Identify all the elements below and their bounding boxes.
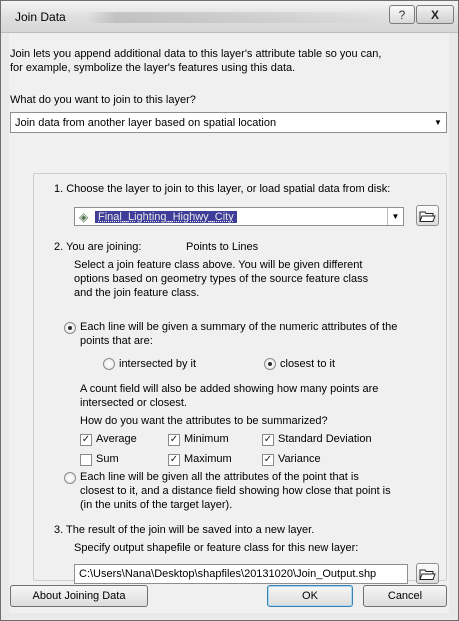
join-options-panel: 1. Choose the layer to join to this laye… — [33, 173, 447, 584]
intersected-radio[interactable] — [103, 358, 115, 370]
sum-checkbox[interactable] — [80, 454, 92, 466]
count-note-line-2: intersected or closest. — [80, 397, 187, 409]
summary-option-radio[interactable] — [64, 322, 76, 334]
step2-desc-1: Select a join feature class above. You w… — [74, 259, 363, 271]
join-type-value: Join data from another layer based on sp… — [15, 116, 277, 129]
average-label: Average — [96, 433, 137, 445]
close-button[interactable]: X — [416, 5, 454, 24]
std-dev-label: Standard Deviation — [278, 433, 372, 445]
close-icon: X — [430, 7, 439, 22]
open-folder-icon — [419, 211, 436, 222]
closest-radio[interactable] — [264, 358, 276, 370]
summary-option-line-2: points that are: — [80, 335, 153, 347]
blurred-title-region — [86, 12, 386, 23]
about-joining-data-button[interactable]: About Joining Data — [10, 585, 148, 607]
step3-label: 3. The result of the join will be saved … — [54, 524, 315, 536]
window-title: Join Data — [15, 10, 66, 24]
output-path-value: C:\Users\Nana\Desktop\shapfiles\20131020… — [79, 568, 377, 580]
summary-option-line-1: Each line will be given a summary of the… — [80, 321, 398, 333]
variance-checkbox[interactable]: ✓ — [262, 454, 274, 466]
join-type-dropdown[interactable]: Join data from another layer based on sp… — [10, 112, 447, 133]
dialog-body: Join lets you append additional data to … — [9, 33, 449, 613]
sum-label: Sum — [96, 453, 119, 465]
average-checkbox[interactable]: ✓ — [80, 434, 92, 446]
join-type-question: What do you want to join to this layer? — [10, 94, 196, 106]
all-attributes-line-1: Each line will be given all the attribut… — [80, 471, 359, 483]
join-layer-value: Final_Lighting_Highwy_City — [95, 210, 237, 223]
variance-label: Variance — [278, 453, 321, 465]
step2-desc-3: and the join feature class. — [74, 287, 200, 299]
minimum-label: Minimum — [184, 433, 229, 445]
browse-output-button[interactable] — [416, 563, 439, 584]
step2-desc-2: options based on geometry types of the s… — [74, 273, 369, 285]
help-button[interactable]: ? — [389, 5, 415, 24]
open-folder-icon — [419, 569, 436, 580]
ok-button-label: OK — [302, 590, 318, 602]
step3-specify: Specify output shapefile or feature clas… — [74, 542, 359, 554]
join-layer-dropdown[interactable]: ◈ Final_Lighting_Highwy_City ▼ — [74, 207, 404, 226]
maximum-checkbox[interactable]: ✓ — [168, 454, 180, 466]
title-bar[interactable]: Join Data ? X — [1, 1, 458, 33]
count-note-line-1: A count field will also be added showing… — [80, 383, 379, 395]
step2-label: 2. You are joining: — [54, 241, 142, 253]
chevron-down-icon: ▼ — [387, 208, 403, 225]
output-path-input[interactable]: C:\Users\Nana\Desktop\shapfiles\20131020… — [74, 564, 408, 584]
browse-layer-button[interactable] — [416, 205, 439, 226]
std-dev-checkbox[interactable]: ✓ — [262, 434, 274, 446]
feature-layer-icon: ◈ — [79, 209, 89, 224]
cancel-button[interactable]: Cancel — [363, 585, 447, 607]
intersected-label: intersected by it — [119, 358, 197, 370]
cancel-button-label: Cancel — [387, 590, 423, 602]
intro-line-2: for example, symbolize the layer's featu… — [10, 62, 296, 74]
joining-type-text: Points to Lines — [186, 241, 259, 253]
maximum-label: Maximum — [184, 453, 232, 465]
join-data-dialog: Join Data ? X Join lets you append addit… — [0, 0, 459, 621]
help-icon: ? — [398, 7, 406, 22]
ok-button[interactable]: OK — [267, 585, 353, 607]
all-attributes-line-3: (in the units of the target layer). — [80, 499, 233, 511]
chevron-down-icon: ▼ — [434, 118, 442, 127]
closest-label: closest to it — [280, 358, 336, 370]
summarize-question: How do you want the attributes to be sum… — [80, 415, 328, 427]
intro-line-1: Join lets you append additional data to … — [10, 48, 382, 60]
about-button-label: About Joining Data — [32, 590, 126, 602]
minimum-checkbox[interactable]: ✓ — [168, 434, 180, 446]
step1-label: 1. Choose the layer to join to this laye… — [54, 183, 391, 195]
all-attributes-radio[interactable] — [64, 472, 76, 484]
all-attributes-line-2: closest to it, and a distance field show… — [80, 485, 391, 497]
